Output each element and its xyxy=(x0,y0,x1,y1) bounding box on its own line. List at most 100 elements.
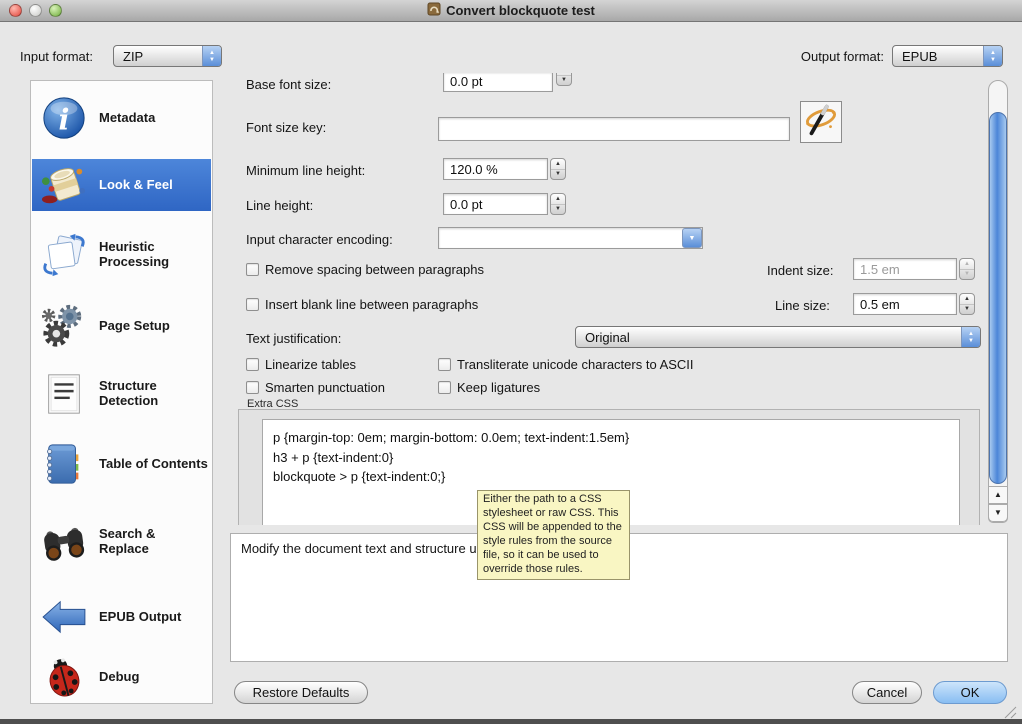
sidebar-item-label: Metadata xyxy=(99,109,156,125)
base-font-size-field[interactable] xyxy=(443,73,553,92)
window-title: Convert blockquote test xyxy=(427,2,595,19)
scrollbar-thumb[interactable] xyxy=(989,112,1007,484)
smarten-punctuation-checkbox[interactable]: Smarten punctuation xyxy=(246,380,385,395)
sidebar-item-label: Structure Detection xyxy=(99,378,159,408)
paint-can-icon xyxy=(37,162,91,208)
minimize-button[interactable] xyxy=(29,4,42,17)
binoculars-icon xyxy=(37,519,91,565)
line-height-field[interactable] xyxy=(443,193,548,215)
input-format-value: ZIP xyxy=(123,49,144,64)
line-size-label: Line size: xyxy=(775,298,830,313)
sidebar-item-label: EPUB Output xyxy=(99,608,182,624)
popup-arrows-icon: ▲ ▼ xyxy=(961,327,980,347)
minimum-line-height-stepper[interactable]: ▲ ▼ xyxy=(550,158,566,180)
sidebar-item-search-and-replace[interactable]: Search & Replace xyxy=(32,503,211,581)
input-character-encoding-field[interactable] xyxy=(438,227,703,249)
line-size-field[interactable] xyxy=(853,293,957,315)
sidebar-item-debug[interactable]: Debug xyxy=(32,649,211,705)
scroll-up-arrow[interactable]: ▲ xyxy=(988,486,1008,504)
extra-css-tooltip: Either the path to a CSS stylesheet or r… xyxy=(477,490,630,580)
titlebar: Convert blockquote test xyxy=(0,0,1022,22)
look-and-feel-panel: Base font size: ▲▼ Font size key: Minimu… xyxy=(230,73,986,525)
checkbox-icon xyxy=(246,358,259,371)
base-font-size-stepper[interactable]: ▲▼ xyxy=(556,73,572,86)
checkbox-icon xyxy=(438,381,451,394)
line-height-stepper[interactable]: ▲ ▼ xyxy=(550,193,566,215)
text-justification-select[interactable]: Original ▲ ▼ xyxy=(575,326,981,348)
svg-text:i: i xyxy=(59,103,70,137)
left-arrow-icon xyxy=(37,598,91,636)
insert-blank-line-checkbox[interactable]: Insert blank line between paragraphs xyxy=(246,297,478,312)
extra-css-line: h3 + p {text-indent:0} xyxy=(273,449,394,465)
input-format-select[interactable]: ZIP ▲ ▼ xyxy=(113,45,222,67)
sidebar-item-label: Table of Contents xyxy=(99,455,208,471)
text-justification-label: Text justification: xyxy=(246,331,342,346)
sidebar-item-label: Look & Feel xyxy=(99,176,173,192)
extra-css-group-label: Extra CSS xyxy=(247,398,299,410)
transliterate-checkbox[interactable]: Transliterate unicode characters to ASCI… xyxy=(438,357,694,372)
dropdown-arrow-icon[interactable]: ▼ xyxy=(682,228,702,248)
window-title-text: Convert blockquote test xyxy=(446,3,595,18)
resize-grip-icon[interactable] xyxy=(1003,705,1017,719)
output-format-label: Output format: xyxy=(800,49,884,64)
close-button[interactable] xyxy=(9,4,22,17)
sidebar-item-look-and-feel[interactable]: Look & Feel xyxy=(32,159,211,211)
category-sidebar: i Metadata Look & Feel Heuristic Process… xyxy=(30,80,213,704)
window-controls xyxy=(9,4,62,17)
ladybug-icon xyxy=(37,654,91,700)
font-size-wizard-button[interactable] xyxy=(800,101,842,143)
popup-arrows-icon: ▲ ▼ xyxy=(202,46,221,66)
checkbox-icon xyxy=(246,263,259,276)
extra-css-line: blockquote > p {text-indent:0;} xyxy=(273,469,446,484)
checkbox-icon xyxy=(438,358,451,371)
sidebar-item-label: Heuristic Processing xyxy=(99,239,170,269)
remove-spacing-label: Remove spacing between paragraphs xyxy=(265,262,484,277)
document-icon xyxy=(37,371,91,417)
smarten-punctuation-label: Smarten punctuation xyxy=(265,380,385,395)
indent-size-stepper: ▲ ▼ xyxy=(959,258,975,280)
font-size-key-field[interactable] xyxy=(438,117,790,141)
restore-defaults-button[interactable]: Restore Defaults xyxy=(234,681,368,704)
input-character-encoding-label: Input character encoding: xyxy=(246,232,393,247)
scroll-down-arrow[interactable]: ▼ xyxy=(988,504,1008,522)
text-justification-value: Original xyxy=(585,330,630,345)
output-format-select[interactable]: EPUB ▲ ▼ xyxy=(892,45,1003,67)
gears-icon xyxy=(37,303,91,349)
linearize-tables-label: Linearize tables xyxy=(265,357,357,372)
keep-ligatures-checkbox[interactable]: Keep ligatures xyxy=(438,380,540,395)
indent-size-label: Indent size: xyxy=(767,263,834,278)
transliterate-label: Transliterate unicode characters to ASCI… xyxy=(457,357,694,372)
ok-button[interactable]: OK xyxy=(933,681,1007,704)
minimum-line-height-field[interactable] xyxy=(443,158,548,180)
font-size-key-label: Font size key: xyxy=(246,120,327,135)
input-character-encoding-combo[interactable]: ▼ xyxy=(438,227,703,249)
sidebar-item-label: Search & Replace xyxy=(99,526,156,556)
remove-spacing-checkbox[interactable]: Remove spacing between paragraphs xyxy=(246,262,484,277)
extra-css-line: p {margin-top: 0em; margin-bottom: 0.0em… xyxy=(273,430,630,445)
sidebar-item-epub-output[interactable]: EPUB Output xyxy=(32,589,211,645)
base-font-size-label: Base font size: xyxy=(246,77,332,92)
checkbox-icon xyxy=(246,381,259,394)
popup-arrows-icon: ▲ ▼ xyxy=(983,46,1002,66)
pages-icon xyxy=(37,232,91,278)
sidebar-item-metadata[interactable]: i Metadata xyxy=(32,89,211,147)
output-format-value: EPUB xyxy=(902,49,938,64)
app-icon xyxy=(427,2,441,19)
sidebar-item-table-of-contents[interactable]: Table of Contents xyxy=(32,431,211,497)
sidebar-item-label: Debug xyxy=(99,668,140,684)
zoom-button[interactable] xyxy=(49,4,62,17)
sidebar-item-heuristic-processing[interactable]: Heuristic Processing xyxy=(32,223,211,287)
notebook-icon xyxy=(37,441,91,487)
keep-ligatures-label: Keep ligatures xyxy=(457,380,541,395)
indent-size-field xyxy=(853,258,957,280)
sidebar-item-structure-detection[interactable]: Structure Detection xyxy=(32,361,211,427)
tooltip-text: Either the path to a CSS stylesheet or r… xyxy=(483,493,622,575)
insert-blank-line-label: Insert blank line between paragraphs xyxy=(265,297,479,312)
convert-dialog-window: Convert blockquote test Input format: ZI… xyxy=(0,0,1022,724)
cancel-button[interactable]: Cancel xyxy=(852,681,922,704)
line-size-stepper[interactable]: ▲ ▼ xyxy=(959,293,975,315)
linearize-tables-checkbox[interactable]: Linearize tables xyxy=(246,357,356,372)
input-format-label: Input format: xyxy=(20,49,93,64)
checkbox-icon xyxy=(246,298,259,311)
sidebar-item-page-setup[interactable]: Page Setup xyxy=(32,295,211,357)
